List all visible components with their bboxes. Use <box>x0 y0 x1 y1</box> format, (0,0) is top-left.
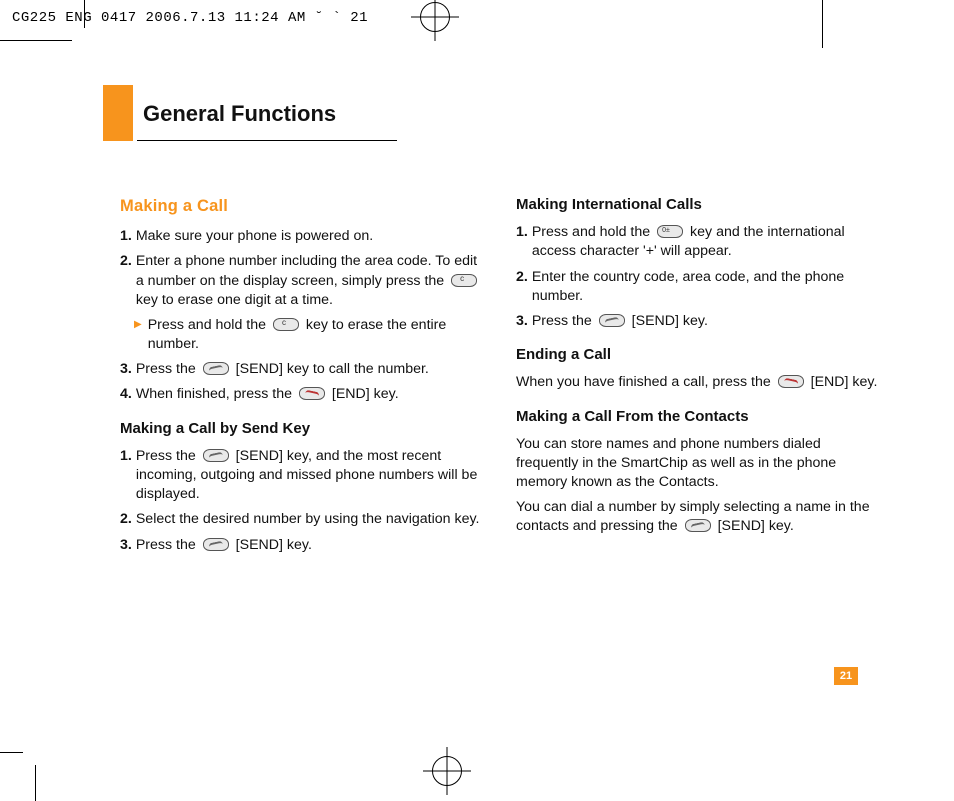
text-run: [END] key. <box>332 386 399 402</box>
step-text: Enter the country code, area code, and t… <box>532 268 878 306</box>
step-number: 3. <box>120 360 132 379</box>
paragraph: When you have finished a call, press the… <box>516 373 878 392</box>
step-text: Press the [SEND] key to call the number. <box>136 360 482 379</box>
step-text: Select the desired number by using the n… <box>136 510 482 529</box>
text-run: [SEND] key. <box>236 537 312 553</box>
step-number: 1. <box>120 447 132 505</box>
list-item: 3. Press the [SEND] key. <box>516 312 878 331</box>
step-text: Press the [SEND] key, and the most recen… <box>136 447 482 505</box>
list-item: 1. Press the [SEND] key, and the most re… <box>120 447 482 505</box>
step-text: Press and hold the key to erase the enti… <box>148 316 482 354</box>
crop-mark <box>0 40 72 41</box>
step-text: Make sure your phone is powered on. <box>136 227 482 246</box>
text-run: Press the <box>532 313 596 329</box>
sub-list-item: ▶ Press and hold the key to erase the en… <box>134 316 482 354</box>
step-text: Enter a phone number including the area … <box>136 252 482 310</box>
registration-mark <box>420 2 450 32</box>
text-run: Press and hold the <box>532 224 654 240</box>
subheading-contacts: Making a Call From the Contacts <box>516 407 878 427</box>
step-number: 1. <box>120 227 132 246</box>
crop-mark <box>822 0 823 48</box>
step-number: 3. <box>516 312 528 331</box>
paragraph: You can store names and phone numbers di… <box>516 435 878 493</box>
send-key-icon <box>203 449 229 462</box>
text-run: When finished, press the <box>136 386 296 402</box>
page-title: General Functions <box>137 85 397 141</box>
step-text: Press the [SEND] key. <box>532 312 878 331</box>
page-title-block: General Functions <box>103 85 397 141</box>
list-item: 3. Press the [SEND] key. <box>120 536 482 555</box>
text-run: Press the <box>136 361 200 377</box>
clear-key-icon <box>273 318 299 331</box>
title-accent <box>103 85 133 141</box>
bullet-icon: ▶ <box>134 316 142 354</box>
end-key-icon <box>299 387 325 400</box>
subheading-ending-call: Ending a Call <box>516 345 878 365</box>
text-run: Press the <box>136 537 200 553</box>
right-column: Making International Calls 1. Press and … <box>516 195 878 561</box>
list-item: 2. Enter a phone number including the ar… <box>120 252 482 310</box>
subheading-international: Making International Calls <box>516 195 878 215</box>
list-item: 4. When finished, press the [END] key. <box>120 385 482 404</box>
text-run: When you have finished a call, press the <box>516 374 775 390</box>
list-item: 1. Press and hold the key and the intern… <box>516 223 878 261</box>
text-run: Enter a phone number including the area … <box>136 253 477 288</box>
list-item: 3. Press the [SEND] key to call the numb… <box>120 360 482 379</box>
print-meta-header: CG225 ENG 0417 2006.7.13 11:24 AM ˘ ` 21 <box>12 10 368 26</box>
list-item: 2. Enter the country code, area code, an… <box>516 268 878 306</box>
step-number: 2. <box>120 252 132 310</box>
left-column: Making a Call 1. Make sure your phone is… <box>120 195 482 561</box>
subheading-send-key: Making a Call by Send Key <box>120 419 482 439</box>
list-item: 1. Make sure your phone is powered on. <box>120 227 482 246</box>
send-key-icon <box>203 362 229 375</box>
step-text: Press and hold the key and the internati… <box>532 223 878 261</box>
list-item: 2. Select the desired number by using th… <box>120 510 482 529</box>
step-text: When finished, press the [END] key. <box>136 385 482 404</box>
text-run: [SEND] key. <box>632 313 708 329</box>
send-key-icon <box>685 519 711 532</box>
step-number: 3. <box>120 536 132 555</box>
clear-key-icon <box>451 274 477 287</box>
section-heading-making-a-call: Making a Call <box>120 195 482 217</box>
step-text: Press the [SEND] key. <box>136 536 482 555</box>
step-number: 2. <box>516 268 528 306</box>
text-run: key to erase one digit at a time. <box>136 292 333 308</box>
paragraph: You can dial a number by simply selectin… <box>516 498 878 536</box>
text-run: [END] key. <box>811 374 878 390</box>
step-number: 1. <box>516 223 528 261</box>
end-key-icon <box>778 375 804 388</box>
text-run: [SEND] key to call the number. <box>236 361 429 377</box>
zero-key-icon <box>657 225 683 238</box>
send-key-icon <box>599 314 625 327</box>
text-run: [SEND] key. <box>718 518 794 534</box>
crop-mark <box>0 752 23 753</box>
crop-mark <box>84 0 85 28</box>
text-run: Press the <box>136 448 200 464</box>
send-key-icon <box>203 538 229 551</box>
crop-mark <box>35 765 36 801</box>
text-run: Press and hold the <box>148 317 270 333</box>
step-number: 2. <box>120 510 132 529</box>
step-number: 4. <box>120 385 132 404</box>
manual-page: General Functions Making a Call 1. Make … <box>88 45 888 765</box>
page-number-badge: 21 <box>834 667 858 685</box>
